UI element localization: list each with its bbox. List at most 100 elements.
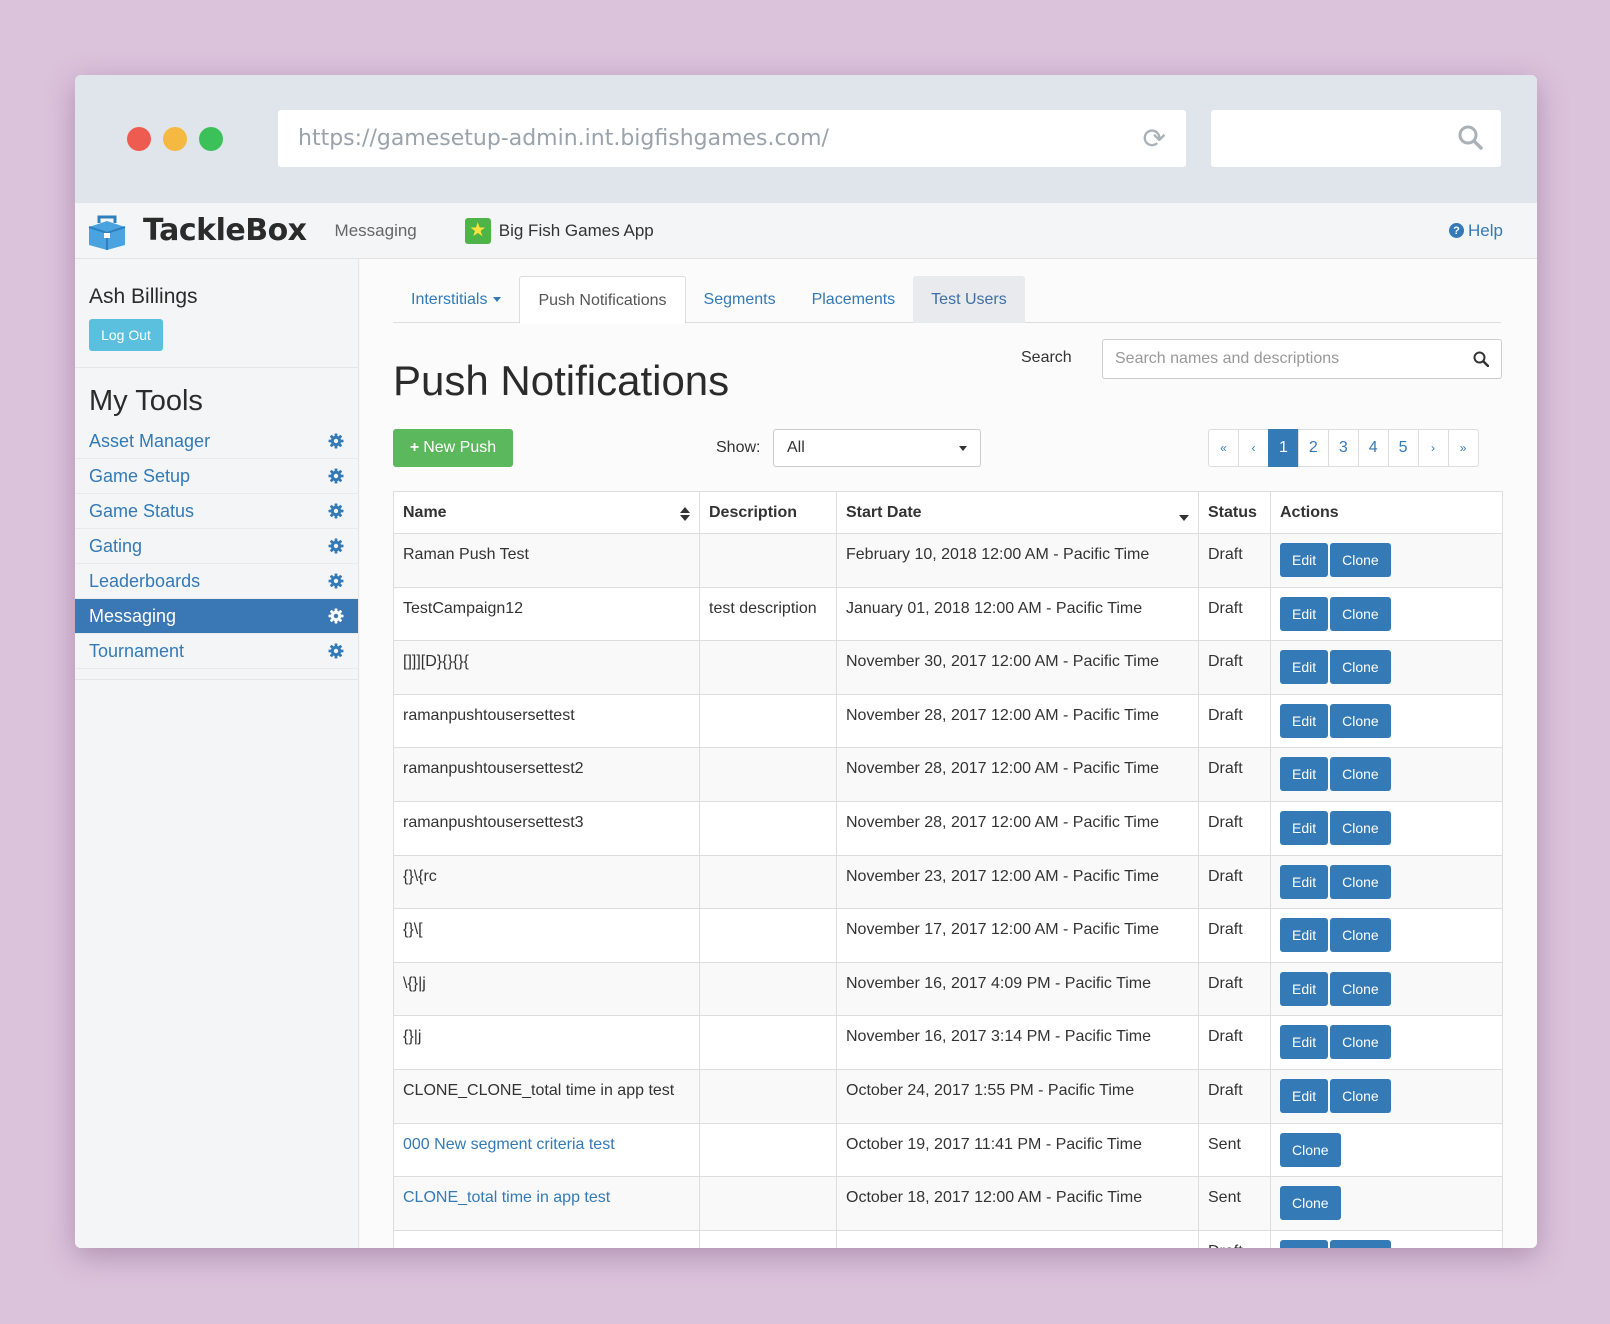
sidebar-item-leaderboards[interactable]: Leaderboards bbox=[75, 564, 358, 599]
clone-button[interactable]: Clone bbox=[1330, 596, 1391, 631]
tab-segments[interactable]: Segments bbox=[686, 276, 794, 323]
column-header-status: Status bbox=[1198, 491, 1271, 534]
header-label: Name bbox=[403, 503, 447, 521]
cell-actions: EditClone bbox=[1270, 533, 1503, 588]
cell-actions: EditClone bbox=[1270, 1015, 1503, 1070]
edit-button[interactable]: Edit bbox=[1280, 703, 1329, 738]
minimize-window-button[interactable] bbox=[163, 127, 187, 151]
clone-button[interactable]: Clone bbox=[1330, 971, 1391, 1006]
cell-description bbox=[699, 640, 837, 695]
first-page-button[interactable]: « bbox=[1208, 429, 1239, 467]
clone-button[interactable]: Clone bbox=[1330, 864, 1391, 899]
tab-label: Test Users bbox=[931, 291, 1007, 308]
page-4-button[interactable]: 4 bbox=[1357, 429, 1389, 467]
close-window-button[interactable] bbox=[127, 127, 151, 151]
prev-page-button[interactable]: ‹ bbox=[1238, 429, 1269, 467]
clone-button[interactable]: Clone bbox=[1330, 1239, 1391, 1248]
reload-icon[interactable]: ⟳ bbox=[1143, 122, 1166, 155]
table-row: Raman Push Test February 10, 2018 12:00 A… bbox=[393, 533, 1503, 588]
cell-description bbox=[699, 800, 837, 856]
page-3-button[interactable]: 3 bbox=[1327, 429, 1359, 467]
column-header-name[interactable]: Name bbox=[393, 491, 700, 534]
clone-button[interactable]: Clone bbox=[1330, 650, 1391, 685]
search-icon[interactable] bbox=[1473, 351, 1489, 367]
cell-name bbox=[393, 1229, 700, 1248]
sidebar-item-tournament[interactable]: Tournament bbox=[75, 634, 358, 669]
gear-icon[interactable] bbox=[328, 538, 344, 554]
gear-icon[interactable] bbox=[328, 468, 344, 484]
gear-icon[interactable] bbox=[328, 608, 344, 624]
cell-actions: Clone bbox=[1270, 1176, 1503, 1231]
gear-icon[interactable] bbox=[328, 433, 344, 449]
sidebar-item-game-status[interactable]: Game Status bbox=[75, 494, 358, 529]
sidebar-item-label: Messaging bbox=[89, 605, 177, 626]
clone-button[interactable]: Clone bbox=[1330, 810, 1391, 845]
cell-description: test description bbox=[699, 586, 837, 642]
page-2-button[interactable]: 2 bbox=[1297, 429, 1329, 467]
logout-button[interactable]: Log Out bbox=[89, 319, 163, 351]
search-input[interactable]: Search names and descriptions bbox=[1102, 339, 1502, 379]
edit-button[interactable]: Edit bbox=[1280, 1239, 1329, 1248]
show-filter-select[interactable]: All bbox=[773, 429, 981, 467]
column-header-start-date[interactable]: Start Date bbox=[836, 491, 1199, 534]
edit-button[interactable]: Edit bbox=[1280, 971, 1329, 1006]
sidebar-item-asset-manager[interactable]: Asset Manager bbox=[75, 424, 358, 459]
cell-start-date: November 28, 2017 12:00 AM - Pacific Tim… bbox=[836, 747, 1199, 802]
edit-button[interactable]: Edit bbox=[1280, 596, 1329, 631]
next-page-button[interactable]: › bbox=[1417, 429, 1449, 467]
sidebar-item-game-setup[interactable]: Game Setup bbox=[75, 459, 358, 494]
clone-button[interactable]: Clone bbox=[1330, 703, 1391, 738]
cell-actions: EditClone bbox=[1270, 961, 1503, 1017]
app-selector[interactable]: ★ Big Fish Games App bbox=[464, 217, 654, 244]
tab-label: Push Notifications bbox=[538, 292, 667, 309]
cell-description bbox=[699, 1122, 837, 1178]
clone-button[interactable]: Clone bbox=[1330, 918, 1391, 953]
cell-actions: EditClone bbox=[1270, 1068, 1503, 1124]
clone-button[interactable]: Clone bbox=[1330, 757, 1391, 792]
cell-start-date bbox=[836, 1229, 1199, 1248]
page-1-button[interactable]: 1 bbox=[1268, 429, 1299, 467]
cell-name: Raman Push Test bbox=[393, 533, 700, 588]
sidebar-item-messaging[interactable]: Messaging bbox=[75, 599, 358, 634]
maximize-window-button[interactable] bbox=[199, 127, 223, 151]
edit-button[interactable]: Edit bbox=[1280, 918, 1329, 953]
edit-button[interactable]: Edit bbox=[1280, 1025, 1329, 1060]
cell-status: Draft bbox=[1198, 747, 1271, 802]
tab-placements[interactable]: Placements bbox=[794, 276, 914, 323]
clone-button[interactable]: Clone bbox=[1280, 1132, 1341, 1167]
edit-button[interactable]: Edit bbox=[1280, 810, 1329, 845]
brand-name[interactable]: TackleBox bbox=[143, 213, 307, 248]
clone-button[interactable]: Clone bbox=[1330, 543, 1391, 577]
cell-status: Draft bbox=[1198, 854, 1271, 910]
help-link[interactable]: ? Help bbox=[1449, 221, 1503, 241]
gear-icon[interactable] bbox=[328, 573, 344, 589]
cell-name: {}|j bbox=[393, 1015, 700, 1070]
clone-button[interactable]: Clone bbox=[1330, 1025, 1391, 1060]
tab-interstitials[interactable]: Interstitials bbox=[393, 276, 519, 323]
last-page-button[interactable]: » bbox=[1447, 429, 1479, 467]
star-icon: ★ bbox=[464, 217, 491, 244]
clone-button[interactable]: Clone bbox=[1280, 1186, 1341, 1221]
edit-button[interactable]: Edit bbox=[1280, 543, 1329, 577]
new-push-button[interactable]: + New Push bbox=[393, 429, 513, 467]
table-row: {}\[November 17, 2017 12:00 AM - Pacific… bbox=[393, 908, 1503, 963]
clone-button[interactable]: Clone bbox=[1330, 1078, 1391, 1113]
edit-button[interactable]: Edit bbox=[1280, 1078, 1329, 1113]
cell-name[interactable]: 000 New segment criteria test bbox=[393, 1122, 700, 1178]
gear-icon[interactable] bbox=[328, 503, 344, 519]
address-bar[interactable]: https://gamesetup-admin.int.bigfishgames… bbox=[278, 110, 1186, 167]
cell-name[interactable]: CLONE_total time in app test bbox=[393, 1176, 700, 1231]
cell-start-date: October 18, 2017 12:00 AM - Pacific Time bbox=[836, 1176, 1199, 1231]
edit-button[interactable]: Edit bbox=[1280, 650, 1329, 685]
cell-start-date: October 19, 2017 11:41 PM - Pacific Time bbox=[836, 1122, 1199, 1178]
edit-button[interactable]: Edit bbox=[1280, 757, 1329, 792]
cell-status: Sent bbox=[1198, 1176, 1271, 1231]
gear-icon[interactable] bbox=[328, 643, 344, 659]
page-5-button[interactable]: 5 bbox=[1387, 429, 1419, 467]
browser-search-field[interactable] bbox=[1211, 110, 1501, 167]
sidebar-item-gating[interactable]: Gating bbox=[75, 529, 358, 564]
nav-section-label: Messaging bbox=[334, 220, 417, 240]
tab-test-users[interactable]: Test Users bbox=[913, 276, 1025, 323]
tab-push-notifications[interactable]: Push Notifications bbox=[519, 276, 686, 324]
edit-button[interactable]: Edit bbox=[1280, 864, 1329, 899]
